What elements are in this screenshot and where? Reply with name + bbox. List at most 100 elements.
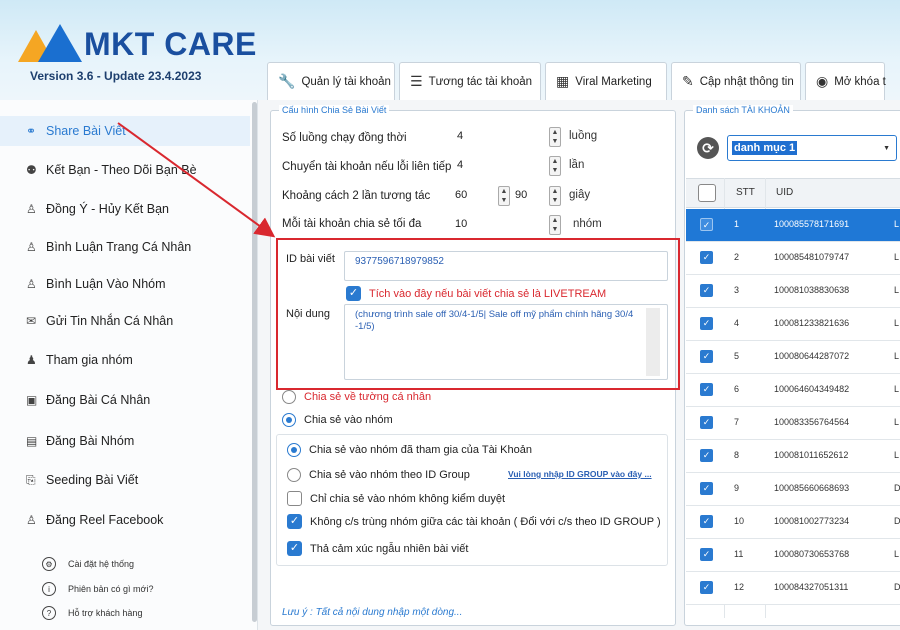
table-row[interactable]: ✓ 11 100080730653768 L — [686, 539, 900, 572]
share-group-radio[interactable] — [282, 413, 296, 427]
max-share-spinner[interactable]: ▲ ▼ — [549, 215, 561, 235]
sidebar-scrollbar[interactable] — [252, 102, 257, 622]
row-checkbox[interactable]: ✓ — [700, 317, 713, 330]
sidebar-item-comment-profile[interactable]: ♙ Bình Luận Trang Cá Nhân — [0, 232, 250, 262]
tab-account-interaction[interactable]: ☰ Tương tác tài khoản — [399, 62, 541, 100]
support-icon: ? — [42, 606, 56, 620]
row-uid: 100080644287072 — [774, 351, 850, 361]
sidebar-item-comment-group[interactable]: ♙ Bình Luận Vào Nhóm — [0, 269, 250, 299]
opt-no-duplicate-checkbox[interactable]: ✓ — [287, 514, 302, 529]
row-checkbox[interactable]: ✓ — [700, 449, 713, 462]
threads-spinner[interactable]: ▲ ▼ — [549, 127, 561, 147]
row-stt: 7 — [734, 417, 740, 427]
opt-reaction-checkbox[interactable]: ✓ — [287, 541, 302, 556]
content-textarea[interactable]: (chương trình sale off 30/4-1/5| Sale of… — [344, 304, 668, 380]
share-group-option[interactable]: Chia sẻ vào nhóm — [282, 413, 393, 427]
select-all-checkbox[interactable] — [698, 184, 716, 202]
row-uid: 100085481079747 — [774, 252, 850, 262]
opt-joined-radio[interactable] — [287, 443, 301, 457]
row-checkbox[interactable]: ✓ — [700, 218, 713, 231]
table-row[interactable]: ✓ 12 100084327051311 D — [686, 572, 900, 605]
table-row[interactable]: ✓ 7 100083356764564 L — [686, 407, 900, 440]
max-share-value[interactable]: 10 — [455, 218, 467, 230]
table-row[interactable]: ✓ 4 100081233821636 L — [686, 308, 900, 341]
column-uid[interactable]: UID — [776, 187, 793, 198]
interval-to-value[interactable]: 90 — [515, 189, 527, 201]
sidebar-item-share-post[interactable]: ⚭ Share Bài Viết — [0, 116, 250, 146]
threads-value[interactable]: 4 — [457, 130, 463, 142]
row-checkbox[interactable]: ✓ — [700, 251, 713, 264]
row-checkbox[interactable]: ✓ — [700, 383, 713, 396]
share-personal-option[interactable]: Chia sẻ về tường cá nhân — [282, 390, 431, 404]
opt-by-id-radio[interactable] — [287, 468, 301, 482]
row-uid: 100081011652612 — [774, 450, 849, 460]
opt-no-approval-checkbox[interactable] — [287, 491, 302, 506]
comment-group-icon: ♙ — [26, 277, 37, 291]
row-uid: 100085578171691 — [774, 219, 850, 229]
row-checkbox[interactable]: ✓ — [700, 515, 713, 528]
share-personal-radio[interactable] — [282, 390, 296, 404]
group-id-link[interactable]: Vui lòng nhập ID GROUP vào đây ... — [508, 469, 652, 479]
table-row[interactable]: ✓ 10 100081002773234 D — [686, 506, 900, 539]
table-row[interactable]: ✓ 6 100064604349482 L — [686, 374, 900, 407]
row-checkbox[interactable]: ✓ — [700, 581, 713, 594]
switch-unit: lần — [569, 159, 585, 171]
content-scrollbar[interactable] — [646, 308, 660, 376]
row-checkbox[interactable]: ✓ — [700, 350, 713, 363]
column-stt[interactable]: STT — [736, 187, 755, 198]
version-label: Version 3.6 - Update 23.4.2023 — [30, 69, 202, 83]
table-row[interactable]: ✓ 1 100085578171691 L — [686, 209, 900, 242]
opt-random-reaction[interactable]: ✓ Thả cảm xúc ngẫu nhiên bài viết — [287, 541, 468, 556]
account-icon: ◉ — [816, 73, 829, 89]
category-select[interactable]: danh mục 1 ▼ — [727, 135, 897, 161]
sidebar-support[interactable]: ? Hỗ trợ khách hàng — [42, 604, 142, 622]
tab-update-info[interactable]: ✎ Cập nhật thông tin — [671, 62, 801, 100]
table-row[interactable]: ✓ 2 100085481079747 L — [686, 242, 900, 275]
row-checkbox[interactable]: ✓ — [700, 284, 713, 297]
interval-from-spinner[interactable]: ▲ ▼ — [498, 186, 510, 206]
tab-viral-marketing[interactable]: ▦ Viral Marketing — [545, 62, 667, 100]
refresh-icon[interactable]: ⟳ — [697, 137, 719, 159]
switch-row: Chuyển tài khoản nếu lỗi liên tiếp — [282, 161, 452, 173]
sidebar-item-join-group[interactable]: ♟ Tham gia nhóm — [0, 345, 250, 375]
opt-no-approval[interactable]: Chỉ chia sẻ vào nhóm không kiểm duyệt — [287, 491, 505, 506]
list-icon: ☰ — [410, 73, 423, 89]
opt-no-duplicate[interactable]: ✓ Không c/s trùng nhóm giữa các tài khoả… — [287, 514, 661, 529]
row-checkbox[interactable]: ✓ — [700, 482, 713, 495]
post-id-label: ID bài viết — [286, 253, 335, 265]
sidebar-item-group-post[interactable]: ▤ Đăng Bài Nhóm — [0, 426, 250, 456]
sidebar-item-reel[interactable]: ♙ Đăng Reel Facebook — [0, 505, 250, 535]
sidebar-item-personal-post[interactable]: ▣ Đăng Bài Cá Nhân — [0, 385, 250, 415]
interval-from-value[interactable]: 60 — [455, 189, 467, 201]
table-row[interactable]: ✓ 5 100080644287072 L — [686, 341, 900, 374]
row-stt: 5 — [734, 351, 740, 361]
row-checkbox[interactable]: ✓ — [700, 416, 713, 429]
sidebar-item-accept-friend[interactable]: ♙ Đồng Ý - Hủy Kết Bạn — [0, 194, 250, 224]
sidebar-whats-new[interactable]: i Phiên bản có gì mới? — [42, 580, 153, 598]
table-row[interactable]: ✓ 9 100085660668693 D — [686, 473, 900, 506]
row-stt: 2 — [734, 252, 740, 262]
tab-unlock[interactable]: ◉ Mở khóa t — [805, 62, 886, 100]
table-row[interactable]: ✓ 8 100081011652612 L — [686, 440, 900, 473]
message-icon: ✉ — [26, 314, 37, 328]
tab-account-management[interactable]: 🔧 Quản lý tài khoản — [267, 62, 395, 100]
content-label: Nội dung — [286, 308, 331, 320]
row-checkbox[interactable]: ✓ — [700, 548, 713, 561]
sidebar-item-seeding[interactable]: ⎘ Seeding Bài Viết — [0, 465, 250, 495]
reel-icon: ♙ — [26, 513, 37, 527]
post-id-input[interactable]: 9377596718979852 — [344, 251, 668, 281]
switch-spinner[interactable]: ▲ ▼ — [549, 156, 561, 176]
sidebar-item-send-message[interactable]: ✉ Gửi Tin Nhắn Cá Nhân — [0, 306, 250, 336]
sidebar-settings[interactable]: ⚙ Cài đặt hệ thống — [42, 555, 134, 573]
opt-joined-groups[interactable]: Chia sẻ vào nhóm đã tham gia của Tài Kho… — [287, 443, 532, 457]
config-legend: Cấu hình Chia Sẻ Bài Viết — [279, 105, 390, 115]
table-row[interactable]: ✓ 3 100081038830638 L — [686, 275, 900, 308]
sidebar-item-add-friend[interactable]: ⚉ Kết Bạn - Theo Dõi Bạn Bè — [0, 155, 250, 185]
livestream-option[interactable]: ✓ Tích vào đây nếu bài viết chia sẻ là L… — [346, 286, 606, 301]
interval-to-spinner[interactable]: ▲ ▼ — [549, 186, 561, 206]
row-stt: 11 — [734, 549, 744, 559]
switch-value[interactable]: 4 — [457, 159, 463, 171]
row-extra: L — [894, 384, 900, 394]
opt-by-group-id[interactable]: Chia sẻ vào nhóm theo ID Group — [287, 468, 470, 482]
livestream-checkbox[interactable]: ✓ — [346, 286, 361, 301]
